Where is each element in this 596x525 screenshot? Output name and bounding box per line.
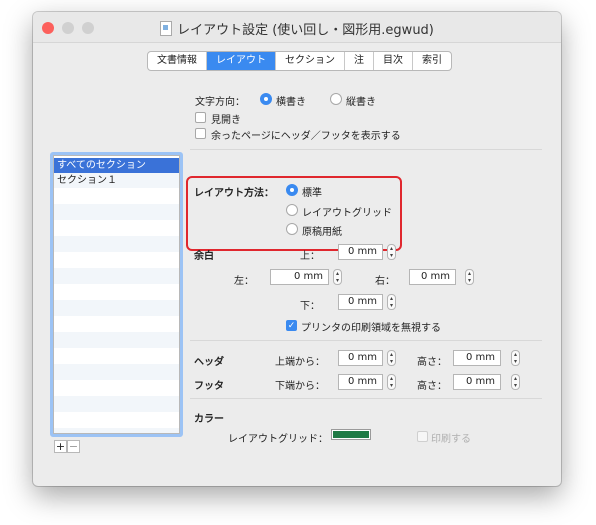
margin-right-stepper[interactable]: ▴ ▾ <box>465 269 474 285</box>
margin-right-label: 右： <box>375 276 395 287</box>
header-from-top-field[interactable]: 0 mm <box>338 350 383 366</box>
header-height-field[interactable]: 0 mm <box>453 350 501 366</box>
margin-bottom-label: 下： <box>300 301 320 312</box>
ignore-print-area-label: プリンタの印刷領域を無視する <box>301 323 441 334</box>
window-title: レイアウト設定 (使い回し・図形用.egwud) <box>33 19 561 38</box>
color-swatch <box>333 431 369 438</box>
margin-top-label: 上： <box>300 251 320 262</box>
footer-from-bottom-stepper[interactable]: ▴ ▾ <box>387 374 396 390</box>
section-list[interactable]: すべてのセクション セクション１ <box>53 155 180 434</box>
manuscript-paper-label: 原稿用紙 <box>302 227 342 238</box>
divider <box>190 149 542 150</box>
divider <box>190 398 542 399</box>
margin-left-field[interactable]: 0 mm <box>270 269 329 285</box>
tab-bar: 文書情報 レイアウト セクション 注 目次 索引 <box>147 51 452 71</box>
layout-standard-radio[interactable] <box>286 184 298 196</box>
extra-page-header-footer-label: 余ったページにヘッダ／フッタを表示する <box>211 131 401 142</box>
layout-standard-label: 標準 <box>302 188 322 199</box>
margin-left-label: 左： <box>234 276 254 287</box>
layout-grid-radio[interactable] <box>286 204 298 216</box>
text-direction-label: 文字方向： <box>195 97 245 108</box>
vertical-writing-label: 縦書き <box>346 97 376 108</box>
tab-notes[interactable]: 注 <box>345 52 374 70</box>
tab-toc[interactable]: 目次 <box>374 52 413 70</box>
margin-bottom-stepper[interactable]: ▴ ▾ <box>387 294 396 310</box>
horizontal-writing-label: 横書き <box>276 97 306 108</box>
print-color-label: 印刷する <box>431 434 471 445</box>
tab-document-info[interactable]: 文書情報 <box>148 52 207 70</box>
header-height-label: 高さ： <box>417 357 447 368</box>
remove-section-button[interactable]: − <box>67 440 80 453</box>
margin-top-stepper[interactable]: ▴ ▾ <box>387 244 396 260</box>
spread-checkbox[interactable] <box>195 112 206 123</box>
header-from-top-label: 上端から： <box>275 357 325 368</box>
tab-layout[interactable]: レイアウト <box>207 52 276 70</box>
manuscript-paper-radio[interactable] <box>286 223 298 235</box>
header-height-stepper[interactable]: ▴ ▾ <box>511 350 520 366</box>
title-bar: レイアウト設定 (使い回し・図形用.egwud) <box>33 12 561 43</box>
footer-from-bottom-field[interactable]: 0 mm <box>338 374 383 390</box>
ignore-print-area-checkbox[interactable]: ✓ <box>286 320 297 331</box>
spread-label: 見開き <box>211 115 241 126</box>
layout-grid-color-label: レイアウトグリッド： <box>228 434 328 445</box>
section-list-item-1[interactable]: セクション１ <box>54 173 179 188</box>
margin-section-label: 余白 <box>194 251 214 262</box>
tab-section[interactable]: セクション <box>276 52 345 70</box>
footer-label: フッタ <box>194 381 224 392</box>
layout-grid-color-well[interactable] <box>331 429 371 440</box>
divider <box>190 340 542 341</box>
layout-method-label: レイアウト方法： <box>194 188 274 199</box>
footer-height-field[interactable]: 0 mm <box>453 374 501 390</box>
extra-page-header-footer-checkbox[interactable] <box>195 128 206 139</box>
margin-right-field[interactable]: 0 mm <box>409 269 456 285</box>
header-from-top-stepper[interactable]: ▴ ▾ <box>387 350 396 366</box>
vertical-writing-radio[interactable] <box>330 93 342 105</box>
document-icon <box>160 21 173 36</box>
color-label: カラー <box>194 414 224 425</box>
footer-from-bottom-label: 下端から： <box>275 381 325 392</box>
print-color-checkbox[interactable] <box>417 431 428 442</box>
layout-grid-label: レイアウトグリッド <box>302 208 392 219</box>
add-section-button[interactable]: + <box>54 440 67 453</box>
layout-settings-window: レイアウト設定 (使い回し・図形用.egwud) 文書情報 レイアウト セクショ… <box>33 12 561 486</box>
margin-bottom-field[interactable]: 0 mm <box>338 294 383 310</box>
margin-left-stepper[interactable]: ▴ ▾ <box>333 269 342 285</box>
header-label: ヘッダ <box>194 357 224 368</box>
footer-height-stepper[interactable]: ▴ ▾ <box>511 374 520 390</box>
section-list-item-all[interactable]: すべてのセクション <box>54 158 179 173</box>
horizontal-writing-radio[interactable] <box>260 93 272 105</box>
footer-height-label: 高さ： <box>417 381 447 392</box>
margin-top-field[interactable]: 0 mm <box>338 244 383 260</box>
tab-index[interactable]: 索引 <box>413 52 451 70</box>
